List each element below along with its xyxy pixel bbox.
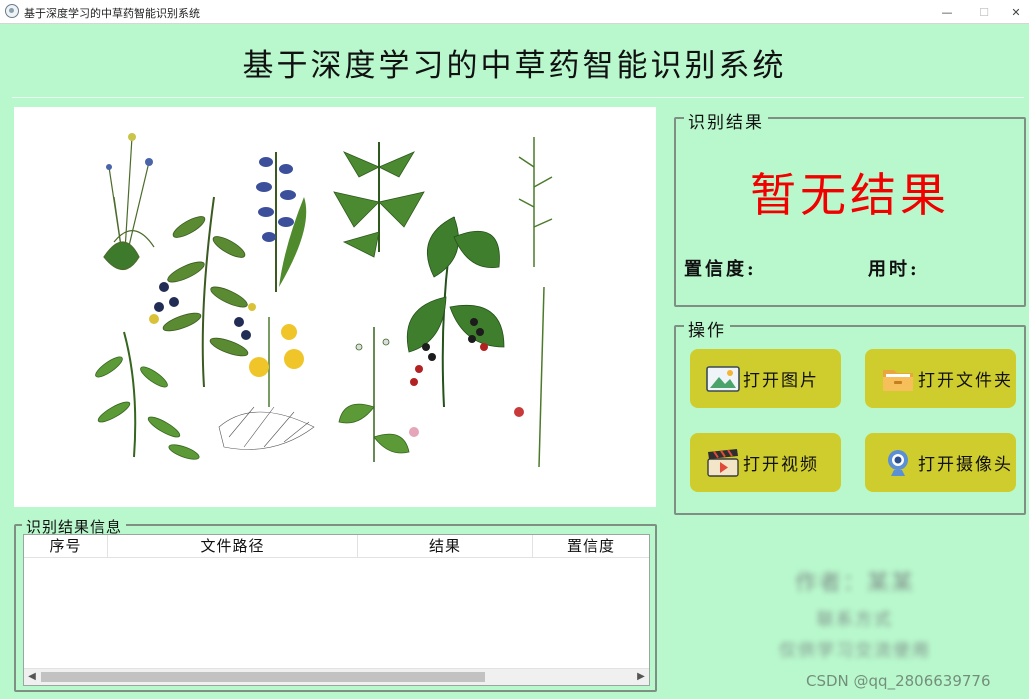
open-image-button[interactable]: 打开图片 [690, 349, 841, 408]
window-titlebar: 基于深度学习的中草药智能识别系统 — ☐ ✕ [0, 0, 1029, 24]
open-image-label: 打开图片 [743, 371, 819, 391]
open-video-label: 打开视频 [743, 455, 819, 475]
close-button[interactable]: ✕ [996, 0, 1029, 24]
image-preview [14, 107, 656, 507]
plant-6 [518, 137, 553, 468]
plant-9 [338, 327, 410, 462]
open-folder-label: 打开文件夹 [918, 371, 1013, 391]
csdn-watermark: CSDN @qq_2806639776 [806, 672, 991, 690]
herb-illustration [95, 133, 553, 468]
webcam-icon [888, 449, 908, 476]
horizontal-scrollbar[interactable]: ◀ ▶ [24, 668, 649, 685]
open-camera-label: 打开摄像头 [918, 455, 1013, 475]
result-group: 识别结果 暂无结果 置信度: 用时: [674, 108, 1026, 307]
window-title: 基于深度学习的中草药智能识别系统 [24, 7, 200, 20]
column-header-result[interactable]: 结果 [358, 535, 533, 557]
column-header-file-path[interactable]: 文件路径 [108, 535, 358, 557]
result-group-title: 识别结果 [684, 108, 768, 133]
table-header: 序号 文件路径 结果 置信度 [24, 535, 649, 558]
plant-2 [162, 196, 249, 388]
plant-1 [103, 136, 155, 271]
scrollbar-thumb[interactable] [41, 672, 485, 682]
scroll-right-arrow-icon[interactable]: ▶ [633, 669, 649, 685]
plant-4 [333, 142, 425, 258]
result-text: 暂无结果 [750, 168, 950, 222]
open-video-button[interactable]: 打开视频 [690, 433, 841, 492]
author-name: 作者：某某 [794, 571, 915, 596]
operations-group: 操作 打开图片 打开文件夹 打开视频 打开摄像头 [674, 316, 1026, 515]
results-table[interactable]: 序号 文件路径 结果 置信度 ◀ ▶ [23, 534, 650, 686]
confidence-label: 置信度: [684, 259, 757, 280]
plant-8 [95, 331, 200, 460]
open-folder-button[interactable]: 打开文件夹 [865, 349, 1016, 408]
open-camera-button[interactable]: 打开摄像头 [865, 433, 1016, 492]
author-contact: 联系方式 [817, 610, 893, 630]
column-header-index[interactable]: 序号 [24, 535, 108, 557]
author-note: 仅供学习交流使用 [779, 641, 931, 661]
plant-5 [406, 216, 505, 408]
title-divider [12, 97, 1024, 98]
page-title: 基于深度学习的中草药智能识别系统 [242, 48, 787, 84]
column-header-confidence[interactable]: 置信度 [533, 535, 649, 557]
video-icon [707, 448, 739, 477]
plant-7 [218, 317, 315, 450]
image-icon [706, 365, 740, 392]
plant-3 [256, 152, 307, 292]
minimize-button[interactable]: — [927, 0, 967, 24]
operations-group-title: 操作 [684, 316, 730, 341]
scroll-left-arrow-icon[interactable]: ◀ [24, 669, 40, 685]
app-icon [5, 4, 19, 18]
time-label: 用时: [868, 259, 920, 280]
results-info-group: 识别结果信息 序号 文件路径 结果 置信度 ◀ ▶ [14, 516, 657, 692]
folder-icon [883, 369, 913, 391]
